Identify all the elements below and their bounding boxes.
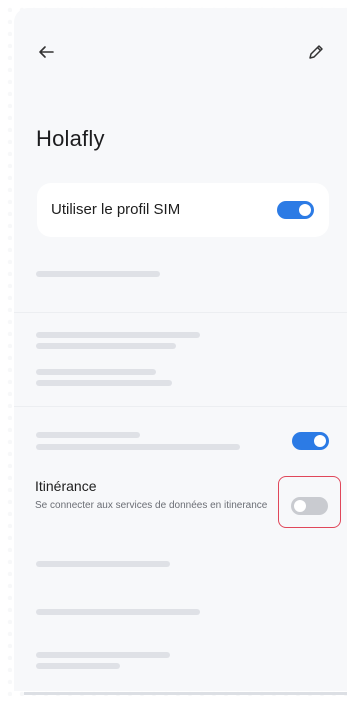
- roaming-toggle[interactable]: [291, 497, 328, 515]
- placeholder-line: [36, 609, 200, 615]
- sim-profile-label: Utiliser le profil SIM: [51, 201, 181, 218]
- placeholder-line: [36, 380, 172, 386]
- placeholder-line: [36, 432, 140, 438]
- placeholder-line: [36, 444, 240, 450]
- top-app-bar: [14, 8, 347, 78]
- placeholder-line: [36, 332, 200, 338]
- section-divider: [14, 312, 347, 313]
- settings-screen: Holafly Utiliser le profil SIM Itinéranc…: [14, 8, 347, 691]
- pencil-icon: [309, 45, 323, 59]
- placeholder-line: [36, 561, 170, 567]
- placeholder-line: [36, 369, 156, 375]
- placeholder-line: [36, 271, 160, 277]
- sim-profile-toggle[interactable]: [277, 201, 314, 219]
- toggle-knob: [299, 204, 311, 216]
- bottom-edge: [24, 692, 347, 695]
- placeholder-line: [36, 343, 176, 349]
- sim-profile-card[interactable]: Utiliser le profil SIM: [37, 183, 329, 237]
- arrow-left-icon: [39, 46, 54, 58]
- back-button[interactable]: [34, 40, 58, 64]
- placeholder-line: [36, 652, 170, 658]
- placeholder-line: [36, 663, 120, 669]
- section-divider: [14, 406, 347, 407]
- roaming-title: Itinérance: [35, 478, 97, 494]
- roaming-description: Se connecter aux services de données en …: [35, 500, 268, 511]
- edit-button[interactable]: [304, 40, 328, 64]
- placeholder-toggle[interactable]: [292, 432, 329, 450]
- page-title: Holafly: [36, 126, 105, 151]
- toggle-knob: [294, 500, 306, 512]
- toggle-knob: [314, 435, 326, 447]
